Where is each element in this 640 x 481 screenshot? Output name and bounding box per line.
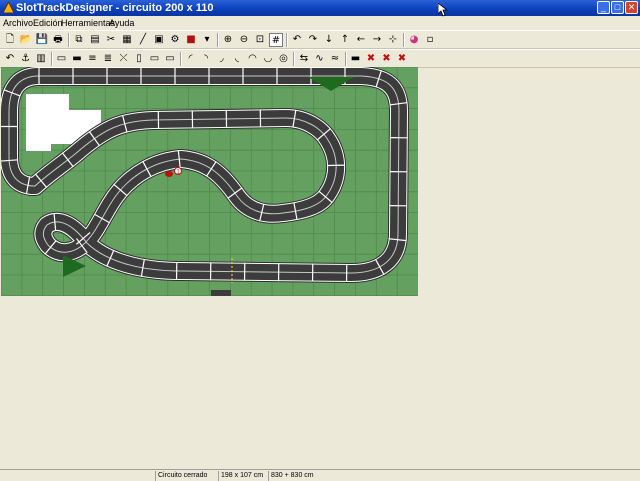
color-icon[interactable]: ■	[184, 33, 198, 47]
undo-icon[interactable]: ↶	[3, 52, 17, 66]
page-setup-icon[interactable]: ▤	[88, 33, 102, 47]
copy-icon[interactable]: ⧉	[72, 33, 86, 47]
track-piece-icon[interactable]: ▥	[34, 52, 48, 66]
toolbar-separator	[51, 52, 53, 66]
straight-3-icon[interactable]: ≡	[86, 52, 100, 66]
new-file-icon[interactable]: 🗋	[3, 33, 17, 47]
zoom-in-icon[interactable]: ⊕	[221, 33, 235, 47]
zoom-fit-icon[interactable]: ⊡	[253, 33, 267, 47]
ruler-icon[interactable]: ╱	[136, 33, 150, 47]
window-title: SlotTrackDesigner - circuito 200 x 110	[16, 1, 213, 15]
straight-2-icon[interactable]: ▬	[70, 52, 84, 66]
straight-4-icon[interactable]: ≣	[101, 52, 115, 66]
curve-3-icon[interactable]: ◞	[215, 52, 229, 66]
delete-3-icon[interactable]: ✖	[395, 52, 409, 66]
straight-1-icon[interactable]: ▭	[55, 52, 69, 66]
curve-4-icon[interactable]: ◟	[230, 52, 244, 66]
print-icon[interactable]: 🖶	[51, 33, 65, 47]
pieces-icon[interactable]: ▣	[152, 33, 166, 47]
maximize-button[interactable]: □	[611, 1, 624, 14]
menu-edicion[interactable]: Edición	[33, 17, 63, 29]
menu-ayuda[interactable]: Ayuda	[109, 17, 134, 29]
toolbar-separator	[180, 52, 182, 66]
straight-7-icon[interactable]: ▭	[163, 52, 177, 66]
move-up-icon[interactable]: ↑	[338, 33, 352, 47]
curve-5-icon[interactable]: ◠	[246, 52, 260, 66]
scroll-edge	[211, 290, 231, 296]
grid-icon[interactable]: #	[269, 33, 283, 47]
document-icon[interactable]: ▦	[120, 33, 134, 47]
curve-6-icon[interactable]: ◡	[261, 52, 275, 66]
title-bar: SlotTrackDesigner - circuito 200 x 110 _…	[0, 0, 640, 16]
close-button[interactable]: ✕	[625, 1, 638, 14]
toolbar-separator	[68, 33, 70, 47]
toolbar-separator	[217, 33, 219, 47]
toolbar-separator	[286, 33, 288, 47]
toolbar-separator	[403, 33, 405, 47]
main-toolbar: 🗋📂💾🖶 ⧉▤✂▦╱▣⚙■▾ ⊕⊖⊡# ↶↷↓↑←→⊹ ◕▫	[0, 30, 640, 49]
minimize-button[interactable]: _	[597, 1, 610, 14]
move-left-icon[interactable]: ←	[354, 33, 368, 47]
magnet-icon[interactable]: ⚓	[19, 52, 33, 66]
straight-5-icon[interactable]: ▯	[132, 52, 146, 66]
app-icon	[3, 2, 14, 13]
save-icon[interactable]: 💾	[35, 33, 49, 47]
move-center-icon[interactable]: ⊹	[386, 33, 400, 47]
loop-icon[interactable]: ◎	[277, 52, 291, 66]
curve-2-icon[interactable]: ◝	[199, 52, 213, 66]
track-canvas[interactable]: 1	[1, 67, 418, 296]
delete-2-icon[interactable]: ✖	[380, 52, 394, 66]
curve-1-icon[interactable]: ◜	[184, 52, 198, 66]
tools-icon[interactable]: ✂	[104, 33, 118, 47]
properties-icon[interactable]: ⚙	[168, 33, 182, 47]
fork-icon[interactable]: ⇆	[297, 52, 311, 66]
toolbar-separator	[293, 52, 295, 66]
border-icon[interactable]: ▬	[349, 52, 363, 66]
menu-archivo[interactable]: Archivo	[3, 17, 33, 29]
move-down-icon[interactable]: ↓	[322, 33, 336, 47]
color-dropdown-icon[interactable]: ▾	[200, 33, 214, 47]
rotate-left-icon[interactable]: ↶	[290, 33, 304, 47]
clear-icon[interactable]: ▫	[423, 33, 437, 47]
menu-bar: Archivo Edición Herramientas Ayuda	[0, 16, 640, 30]
delete-1-icon[interactable]: ✖	[364, 52, 378, 66]
mouse-cursor-icon	[438, 3, 448, 17]
crossing-icon[interactable]: ⤬	[117, 52, 131, 66]
menu-herramientas[interactable]: Herramientas	[61, 17, 115, 29]
chicane-2-icon[interactable]: ≈	[328, 52, 342, 66]
straight-6-icon[interactable]: ▭	[148, 52, 162, 66]
paint-icon[interactable]: ◕	[407, 33, 421, 47]
chicane-1-icon[interactable]: ∿	[313, 52, 327, 66]
status-bar: Circuito cerrado 198 x 107 cm 830 + 830 …	[0, 469, 640, 481]
move-right-icon[interactable]: →	[370, 33, 384, 47]
pieces-toolbar: ↶⚓▥▭▬≡≣⤬▯▭▭◜◝◞◟◠◡◎⇆∿≈▬✖✖✖	[0, 49, 640, 68]
car-body	[165, 171, 173, 177]
zoom-out-icon[interactable]: ⊖	[237, 33, 251, 47]
open-folder-icon[interactable]: 📂	[19, 33, 33, 47]
toolbar-separator	[345, 52, 347, 66]
rotate-right-icon[interactable]: ↷	[306, 33, 320, 47]
